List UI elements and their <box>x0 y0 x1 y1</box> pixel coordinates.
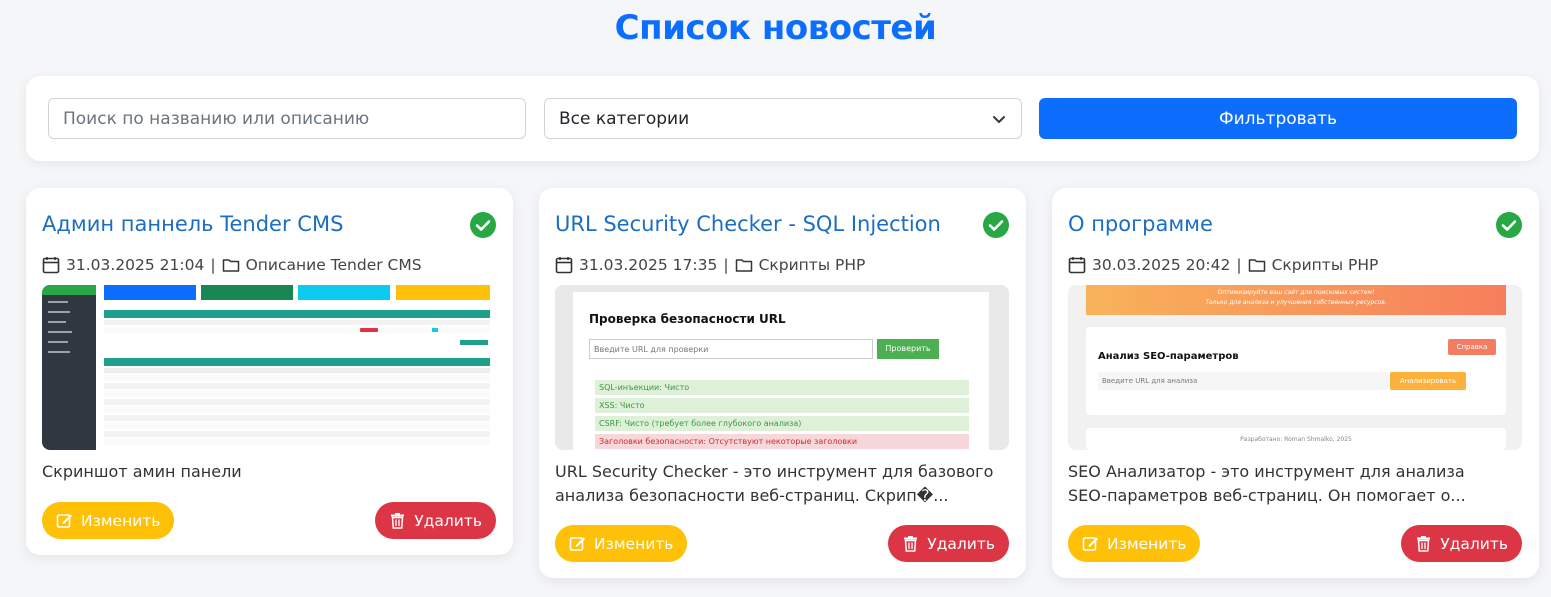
card-description: URL Security Checker - это инструмент дл… <box>555 462 994 505</box>
thumb-help-button: Справка <box>1448 339 1496 355</box>
thumb-banner-line1: Оптимизируйте ваш сайт для поисковых сис… <box>1217 289 1375 296</box>
edit-icon <box>1082 537 1098 551</box>
news-card: Админ паннель Tender CMS 31.03.2025 21:0… <box>26 188 513 555</box>
thumb-analyzer-card: Анализ SEO-параметров Справка Введите UR… <box>1086 327 1506 415</box>
category-select[interactable]: Все категории <box>544 98 1022 139</box>
thumb-footer: Разработано: Roman Shmalko, 2025 <box>1086 428 1506 450</box>
thumb-url-input: Введите URL для проверки <box>589 339 873 359</box>
card-category: Скрипты PHP <box>1271 256 1379 274</box>
card-meta: 31.03.2025 17:35 | Скрипты PHP <box>555 256 865 274</box>
category-select-value: Все категории <box>559 108 690 129</box>
delete-button-label: Удалить <box>414 511 482 530</box>
thumb-url-placeholder: Введите URL для проверки <box>594 345 709 354</box>
calendar-icon <box>42 257 60 274</box>
news-card: О программе 30.03.2025 20:42 | Скрипты P… <box>1052 188 1539 578</box>
news-card: URL Security Checker - SQL Injection 31.… <box>539 188 1026 578</box>
thumb-footer-text: Разработано: Roman Shmalko, 2025 <box>1240 436 1352 443</box>
trash-icon <box>904 536 918 552</box>
thumb-heading: Анализ SEO-параметров <box>1098 351 1239 362</box>
filter-button[interactable]: Фильтровать <box>1039 98 1517 139</box>
card-title[interactable]: Админ паннель Tender CMS <box>42 212 343 236</box>
card-title[interactable]: О программе <box>1068 212 1213 236</box>
meta-separator: | <box>210 256 216 274</box>
edit-button-label: Изменить <box>594 534 674 553</box>
card-title[interactable]: URL Security Checker - SQL Injection <box>555 212 941 236</box>
edit-icon <box>56 514 72 528</box>
folder-icon <box>735 259 752 272</box>
thumb-result-xss: XSS: Чисто <box>595 398 969 413</box>
search-input[interactable] <box>48 98 526 139</box>
page-title: Список новостей <box>614 8 937 48</box>
calendar-icon <box>1068 257 1086 274</box>
delete-button-label: Удалить <box>1440 534 1508 553</box>
thumb-banner-line2: Только для анализа и улучшения собственн… <box>1205 299 1387 306</box>
card-meta: 30.03.2025 20:42 | Скрипты PHP <box>1068 256 1378 274</box>
card-date: 30.03.2025 20:42 <box>1092 256 1231 274</box>
meta-separator: | <box>1236 256 1242 274</box>
delete-button-label: Удалить <box>927 534 995 553</box>
folder-icon <box>1248 259 1265 272</box>
edit-button[interactable]: Изменить <box>555 525 688 562</box>
edit-button-label: Изменить <box>1107 534 1187 553</box>
calendar-icon <box>555 257 573 274</box>
check-circle-icon <box>470 212 496 238</box>
card-category: Описание Tender CMS <box>245 256 422 274</box>
card-meta: 31.03.2025 21:04 | Описание Tender CMS <box>42 256 422 274</box>
thumb-analyze-button: Анализировать <box>1390 372 1466 390</box>
thumb-result-csrf: CSRF: Чисто (требует более глубокого ана… <box>595 416 969 431</box>
card-category: Скрипты PHP <box>758 256 866 274</box>
card-description: Скриншот амин панели <box>42 462 242 481</box>
delete-button[interactable]: Удалить <box>888 525 1009 562</box>
thumb-seo-input: Введите URL для анализа <box>1098 372 1388 390</box>
thumb-result-sql: SQL-инъекции: Чисто <box>595 380 969 395</box>
edit-button[interactable]: Изменить <box>42 502 175 539</box>
meta-separator: | <box>723 256 729 274</box>
chevron-down-icon <box>993 115 1005 123</box>
card-date: 31.03.2025 17:35 <box>579 256 718 274</box>
card-thumbnail <box>42 285 496 450</box>
card-thumbnail: Проверка безопасности URL Введите URL дл… <box>555 285 1009 450</box>
folder-icon <box>222 259 239 272</box>
filter-panel: Все категории Фильтровать <box>26 76 1539 161</box>
card-description: SEO Анализатор - это инструмент для анал… <box>1068 462 1466 505</box>
edit-button-label: Изменить <box>81 511 161 530</box>
edit-button[interactable]: Изменить <box>1068 525 1201 562</box>
admin-panel-screenshot <box>42 285 490 450</box>
edit-icon <box>569 537 585 551</box>
trash-icon <box>1417 536 1431 552</box>
thumb-result-headers: Заголовки безопасности: Отсутствуют неко… <box>595 434 969 449</box>
thumb-seo-placeholder: Введите URL для анализа <box>1102 377 1198 385</box>
delete-button[interactable]: Удалить <box>1401 525 1522 562</box>
thumb-check-button: Проверить <box>877 339 939 359</box>
check-circle-icon <box>1496 212 1522 238</box>
thumb-banner: Оптимизируйте ваш сайт для поисковых сис… <box>1086 285 1506 315</box>
delete-button[interactable]: Удалить <box>375 502 496 539</box>
trash-icon <box>391 513 405 529</box>
thumb-heading: Проверка безопасности URL <box>589 312 786 326</box>
card-thumbnail: Оптимизируйте ваш сайт для поисковых сис… <box>1068 285 1522 450</box>
card-date: 31.03.2025 21:04 <box>66 256 205 274</box>
check-circle-icon <box>983 212 1009 238</box>
